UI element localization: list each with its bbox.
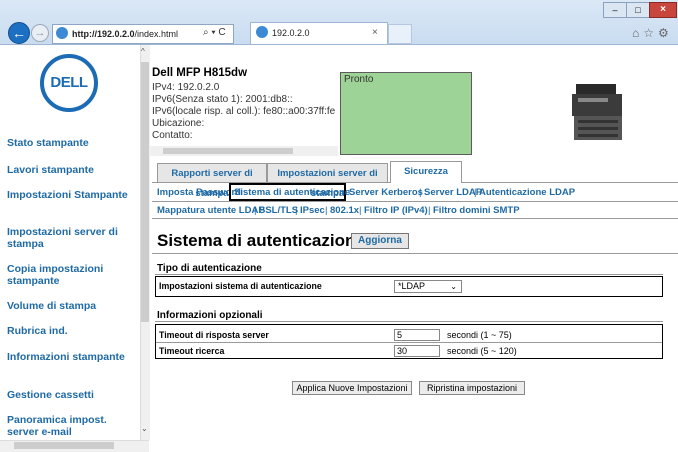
printer-contact: Contatto:	[152, 130, 193, 141]
server-timeout-label: Timeout di risposta server	[159, 330, 269, 340]
toolbar-icons[interactable]: ⌂☆⚙	[632, 26, 673, 40]
subnav-sistema-autenticazione[interactable]: Sistema di autenticazione	[234, 187, 350, 198]
ie-icon	[56, 27, 68, 39]
auth-system-label: Impostazioni sistema di autenticazione	[159, 281, 322, 291]
printer-location: Ubicazione:	[152, 118, 205, 129]
subnav-filtro-ip[interactable]: Filtro IP (IPv4)	[364, 205, 428, 216]
info-hscroll-thumb[interactable]	[163, 148, 293, 154]
nav-impostazioni-server[interactable]: Impostazioni server di stampa	[7, 226, 137, 250]
dell-logo: DELL	[40, 54, 98, 112]
favorites-icon[interactable]: ☆	[643, 26, 658, 40]
tab-impostazioni-server[interactable]: Impostazioni server di stampa	[267, 163, 388, 199]
section-divider	[155, 321, 663, 322]
nav-rubrica[interactable]: Rubrica ind.	[7, 325, 137, 337]
auth-type-heading: Tipo di autenticazione	[157, 263, 262, 274]
tab-title: 192.0.2.0	[272, 28, 310, 38]
auth-system-value: *LDAP	[398, 281, 426, 291]
subnav-autenticazione-ldap[interactable]: Autenticazione LDAP	[479, 187, 575, 198]
left-hscroll-thumb[interactable]	[14, 442, 114, 449]
scroll-up-icon[interactable]: ^	[141, 47, 145, 56]
subnav-separator: |	[428, 205, 431, 216]
nav-impostazioni-stampante[interactable]: Impostazioni Stampante	[7, 189, 137, 201]
optional-heading: Informazioni opzionali	[157, 310, 263, 321]
tab-sicurezza[interactable]: Sicurezza	[390, 161, 462, 183]
nav-lavori-stampante[interactable]: Lavori stampante	[7, 164, 137, 176]
search-timeout-unit: secondi (5 ~ 120)	[447, 346, 517, 356]
nav-informazioni-stampante[interactable]: Informazioni stampante	[7, 351, 137, 363]
maximize-icon[interactable]: □	[626, 2, 650, 18]
status-text: Pronto	[344, 74, 374, 85]
printer-icon	[572, 84, 622, 140]
nav-copia-impostazioni[interactable]: Copia impostazioni stampante	[7, 263, 137, 287]
address-tools[interactable]: ⌕ ▾ C	[203, 24, 245, 42]
subnav-separator: |	[474, 187, 477, 198]
address-host: http://192.0.2.0	[72, 29, 135, 39]
subnav-ssl-tls[interactable]: SSL/TLS	[259, 205, 298, 216]
subnav-mappatura-ldap[interactable]: Mappatura utente LDAP	[157, 205, 265, 216]
close-icon[interactable]: ×	[649, 2, 677, 18]
subnav-separator: |	[295, 205, 298, 216]
tab-rapporti[interactable]: Rapporti server di stampa	[157, 163, 267, 199]
chevron-down-icon: ⌄	[450, 282, 457, 291]
subnav-8021x[interactable]: 802.1x	[330, 205, 359, 216]
printer-ipv4: IPv4: 192.0.2.0	[152, 82, 220, 93]
home-icon[interactable]: ⌂	[632, 26, 643, 40]
back-arrow-icon[interactable]: ←	[8, 22, 30, 44]
search-timeout-label: Timeout ricerca	[159, 346, 225, 356]
printer-ipv6-stateless: IPv6(Senza stato 1): 2001:db8::	[152, 94, 293, 105]
server-timeout-unit: secondi (1 ~ 75)	[447, 330, 512, 340]
nav-stato-stampante[interactable]: Stato stampante	[7, 137, 137, 149]
gear-icon[interactable]: ⚙	[658, 26, 673, 40]
search-timeout-input[interactable]: 30	[394, 345, 440, 357]
subnav-divider	[152, 218, 678, 219]
new-tab-button[interactable]	[388, 24, 412, 44]
refresh-button[interactable]: Aggiorna	[351, 233, 409, 249]
subnav-filtro-smtp[interactable]: Filtro domini SMTP	[433, 205, 520, 216]
printer-ipv6-link: IPv6(locale risp. al coll.): fe80::a00:3…	[152, 106, 336, 117]
nav-volume-stampa[interactable]: Volume di stampa	[7, 300, 137, 312]
forward-arrow-icon[interactable]: →	[31, 24, 49, 42]
server-timeout-input[interactable]: 5	[394, 329, 440, 341]
subnav-server-kerberos[interactable]: Server Kerberos	[349, 187, 423, 198]
address-path: /index.html	[134, 29, 179, 39]
restore-button[interactable]: Ripristina impostazioni	[419, 381, 525, 395]
title-divider	[152, 253, 678, 254]
subnav-separator: |	[359, 205, 362, 216]
printer-name: Dell MFP H815dw	[152, 67, 248, 79]
apply-button[interactable]: Applica Nuove Impostazioni	[292, 381, 412, 395]
section-divider	[155, 274, 663, 275]
row-divider	[156, 342, 662, 343]
nav-panoramica-email[interactable]: Panoramica impost. server e-mail	[7, 414, 137, 438]
page-title: Sistema di autenticazione -	[157, 231, 376, 250]
nav-gestione-cassetti[interactable]: Gestione cassetti	[7, 389, 137, 401]
subnav-separator: |	[254, 205, 257, 216]
browser-tab[interactable]: 192.0.2.0	[250, 22, 388, 44]
subnav-divider	[152, 201, 678, 202]
auth-system-select[interactable]: *LDAP ⌄	[394, 280, 462, 293]
tab-close-icon[interactable]: ×	[372, 27, 378, 38]
scroll-down-icon[interactable]: ⌄	[141, 424, 148, 433]
minimize-icon[interactable]: –	[603, 2, 627, 18]
subnav-ipsec[interactable]: IPsec	[300, 205, 325, 216]
ie-icon	[256, 26, 268, 38]
subnav-separator: |	[419, 187, 422, 198]
left-scroll-thumb[interactable]	[141, 62, 149, 322]
subnav-separator: |	[325, 205, 328, 216]
